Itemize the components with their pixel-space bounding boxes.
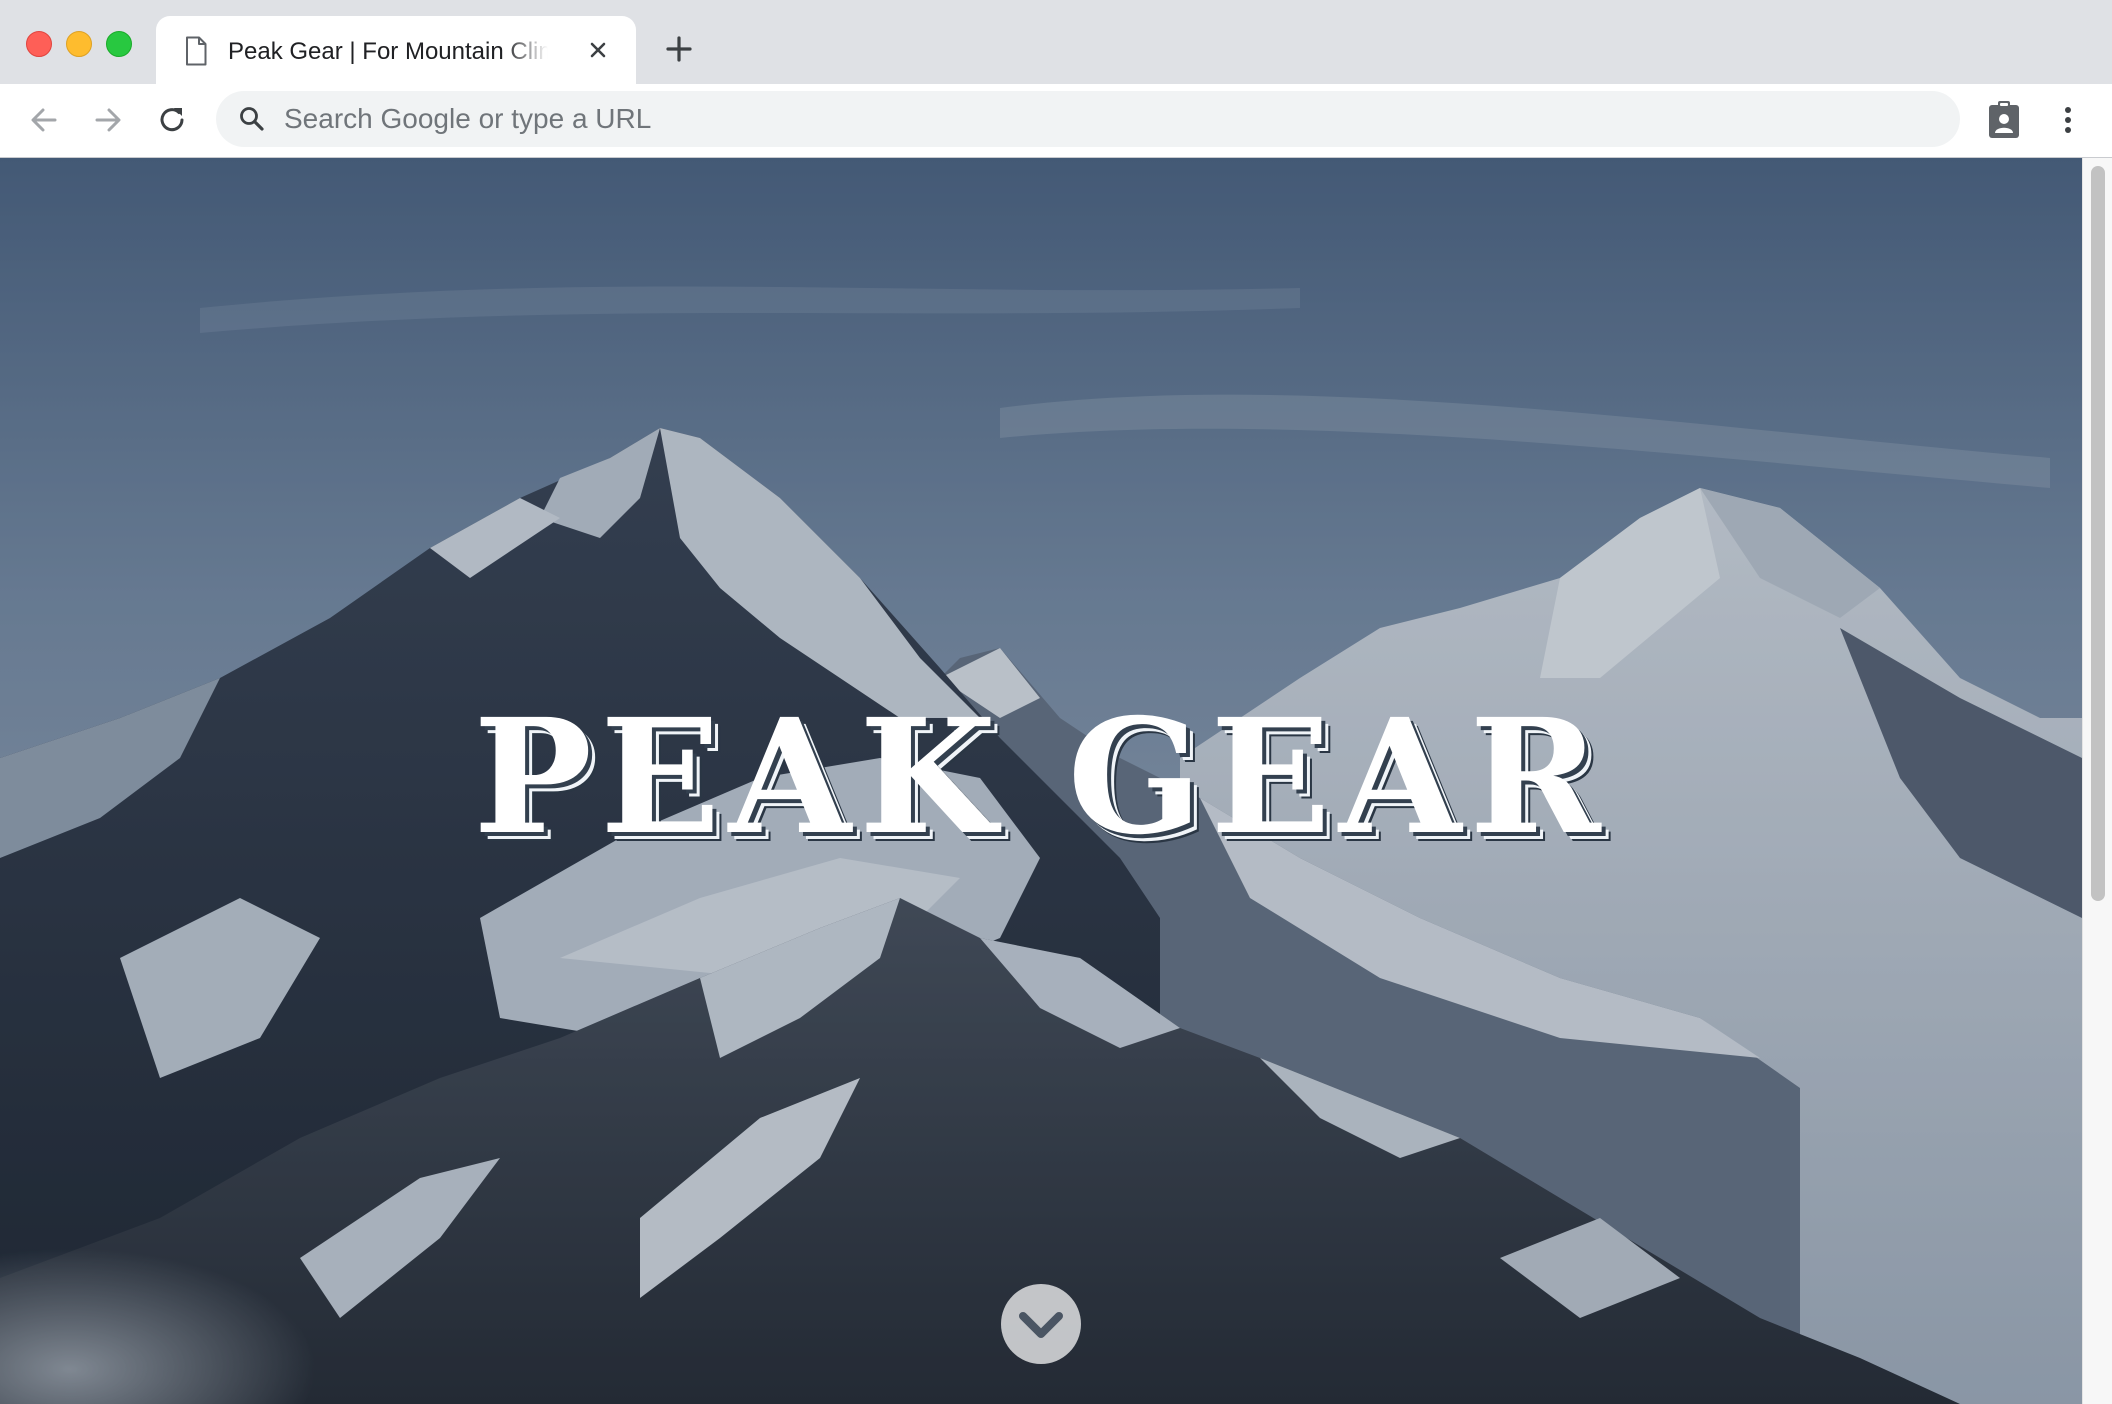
scroll-down-button[interactable] xyxy=(1001,1284,1081,1364)
page-content: PEAK GEAR xyxy=(0,158,2082,1404)
chevron-down-icon xyxy=(1019,1312,1063,1338)
close-window-button[interactable] xyxy=(26,31,52,57)
tab-strip: Peak Gear | For Mountain Climbers xyxy=(0,0,2112,84)
plus-icon[interactable] xyxy=(664,34,694,64)
kebab-menu-icon[interactable] xyxy=(2054,102,2082,138)
hero-title: PEAK GEAR xyxy=(473,685,1609,870)
maximize-window-button[interactable] xyxy=(106,31,132,57)
toolbar xyxy=(0,84,2112,158)
file-icon xyxy=(186,36,207,66)
vertical-scrollbar[interactable] xyxy=(2082,158,2112,1404)
address-input[interactable] xyxy=(284,91,1924,147)
profile-badge-icon[interactable] xyxy=(1986,98,2022,140)
arrow-left-icon[interactable] xyxy=(26,102,62,138)
reload-icon[interactable] xyxy=(154,102,190,138)
active-tab[interactable]: Peak Gear | For Mountain Climbers xyxy=(156,16,636,84)
scrollbar-thumb[interactable] xyxy=(2091,166,2105,901)
close-icon[interactable] xyxy=(584,36,612,64)
minimize-window-button[interactable] xyxy=(66,31,92,57)
arrow-right-icon[interactable] xyxy=(90,102,126,138)
address-bar[interactable] xyxy=(216,91,1960,147)
search-icon xyxy=(240,107,264,131)
browser-window: Peak Gear | For Mountain Climbers xyxy=(0,0,2112,1404)
tab-title: Peak Gear | For Mountain Climbers xyxy=(228,38,548,65)
